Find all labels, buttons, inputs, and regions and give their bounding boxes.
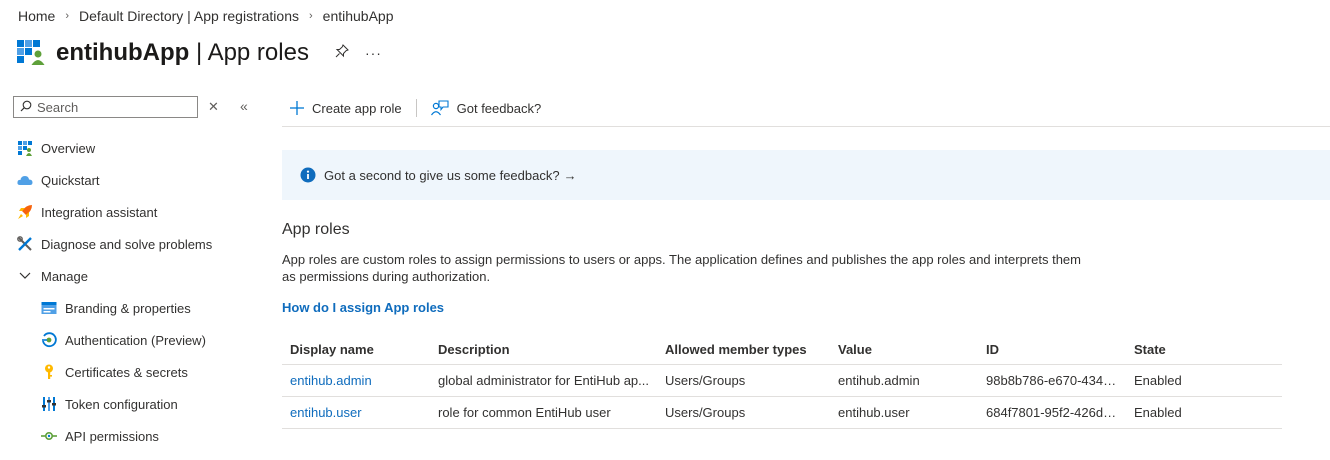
- arrow-right-icon: →: [563, 167, 577, 183]
- overview-grid-icon: [16, 139, 34, 157]
- key-icon: [40, 363, 58, 381]
- role-member-types: Users/Groups: [657, 364, 830, 397]
- sidebar-item-diagnose[interactable]: Diagnose and solve problems: [16, 228, 266, 260]
- breadcrumb-current-app[interactable]: entihubApp: [323, 8, 394, 24]
- column-header-state[interactable]: State: [1126, 334, 1282, 365]
- sidebar-item-overview[interactable]: Overview: [16, 132, 266, 164]
- sidebar-item-label: Certificates & secrets: [65, 364, 188, 380]
- search-icon: [20, 100, 32, 115]
- section-description: App roles are custom roles to assign per…: [282, 252, 1081, 284]
- plus-icon: [290, 101, 304, 115]
- column-header-allowed-member-types[interactable]: Allowed member types: [657, 334, 830, 365]
- section-title: App roles: [282, 221, 350, 238]
- role-id: 98b8b786-e670-434e-...: [978, 364, 1126, 397]
- command-bar: Create app role Got feedback?: [282, 90, 1330, 127]
- how-to-assign-link[interactable]: How do I assign App roles: [282, 300, 444, 315]
- role-state: Enabled: [1126, 396, 1282, 429]
- banner-text: Got a second to give us some feedback?: [324, 167, 560, 183]
- sidebar-item-label: Integration assistant: [41, 204, 158, 220]
- column-header-display-name[interactable]: Display name: [282, 334, 430, 365]
- role-display-name-link[interactable]: entihub.admin: [290, 373, 372, 388]
- sidebar-item-label: Quickstart: [41, 172, 100, 188]
- table-row: entihub.admin global administrator for E…: [282, 364, 1282, 397]
- role-member-types: Users/Groups: [657, 396, 830, 429]
- column-header-description[interactable]: Description: [430, 334, 657, 365]
- page-title: entihubApp | App roles: [56, 38, 309, 66]
- sidebar-item-certificates[interactable]: Certificates & secrets: [16, 356, 266, 388]
- role-state: Enabled: [1126, 364, 1282, 397]
- breadcrumb: Home › Default Directory | App registrat…: [18, 8, 394, 24]
- app-roles-table: Display name Description Allowed member …: [282, 334, 1282, 429]
- table-row: entihub.user role for common EntiHub use…: [282, 396, 1282, 429]
- sidebar-item-label: Token configuration: [65, 396, 178, 412]
- role-description: role for common EntiHub user: [430, 396, 657, 429]
- sidebar-nav: Overview Quickstart Integration assistan…: [16, 132, 266, 452]
- sidebar-item-api-permissions[interactable]: API permissions: [16, 420, 266, 452]
- more-options-button[interactable]: ···: [365, 45, 382, 61]
- toolbar-divider: [415, 99, 417, 117]
- create-app-role-button[interactable]: Create app role: [282, 101, 410, 116]
- role-id: 684f7801-95f2-426d-9...: [978, 396, 1126, 429]
- rocket-icon: [16, 203, 34, 221]
- sidebar-item-quickstart[interactable]: Quickstart: [16, 164, 266, 196]
- sidebar-item-label: API permissions: [65, 428, 159, 444]
- create-app-role-label: Create app role: [312, 100, 402, 116]
- page-header: entihubApp | App roles ···: [16, 36, 382, 69]
- chevron-down-icon: [16, 267, 34, 285]
- table-header-row: Display name Description Allowed member …: [282, 334, 1282, 365]
- sidebar-item-label: Diagnose and solve problems: [41, 236, 213, 252]
- token-icon: [40, 395, 58, 413]
- pin-icon[interactable]: [335, 44, 349, 61]
- sidebar-search-box[interactable]: [13, 96, 198, 118]
- clear-search-icon[interactable]: ✕: [208, 99, 219, 115]
- wrench-icon: [16, 235, 34, 253]
- sidebar-item-token-configuration[interactable]: Token configuration: [16, 388, 266, 420]
- api-permissions-icon: [40, 427, 58, 445]
- role-description: global administrator for EntiHub ap...: [430, 364, 657, 397]
- sidebar-item-label: Overview: [41, 140, 96, 156]
- sidebar-group-manage[interactable]: Manage: [16, 260, 266, 292]
- info-icon: [300, 167, 316, 183]
- feedback-banner[interactable]: Got a second to give us some feedback? →: [282, 150, 1330, 200]
- breadcrumb-chevron-icon: ›: [308, 10, 313, 22]
- cloud-icon: [16, 171, 34, 189]
- search-input[interactable]: [32, 99, 187, 115]
- breadcrumb-chevron-icon: ›: [65, 10, 70, 22]
- sidebar-item-label: Authentication (Preview): [65, 332, 206, 348]
- collapse-sidebar-icon[interactable]: «: [240, 98, 248, 114]
- role-display-name-link[interactable]: entihub.user: [290, 405, 362, 420]
- app-registration-icon: [16, 36, 46, 69]
- column-header-value[interactable]: Value: [830, 334, 978, 365]
- sidebar-item-label: Branding & properties: [65, 300, 191, 316]
- feedback-icon: [430, 100, 449, 116]
- got-feedback-label: Got feedback?: [456, 100, 542, 116]
- branding-icon: [40, 299, 58, 317]
- sidebar-item-integration-assistant[interactable]: Integration assistant: [16, 196, 266, 228]
- column-header-id[interactable]: ID: [978, 334, 1126, 365]
- sidebar-item-authentication[interactable]: Authentication (Preview): [16, 324, 266, 356]
- role-value: entihub.user: [830, 396, 978, 429]
- authentication-icon: [40, 331, 58, 349]
- sidebar-item-label: Manage: [41, 268, 88, 284]
- role-value: entihub.admin: [830, 364, 978, 397]
- breadcrumb-app-registrations[interactable]: Default Directory | App registrations: [79, 8, 299, 24]
- breadcrumb-home[interactable]: Home: [18, 8, 55, 24]
- sidebar-item-branding[interactable]: Branding & properties: [16, 292, 266, 324]
- got-feedback-button[interactable]: Got feedback?: [423, 100, 550, 116]
